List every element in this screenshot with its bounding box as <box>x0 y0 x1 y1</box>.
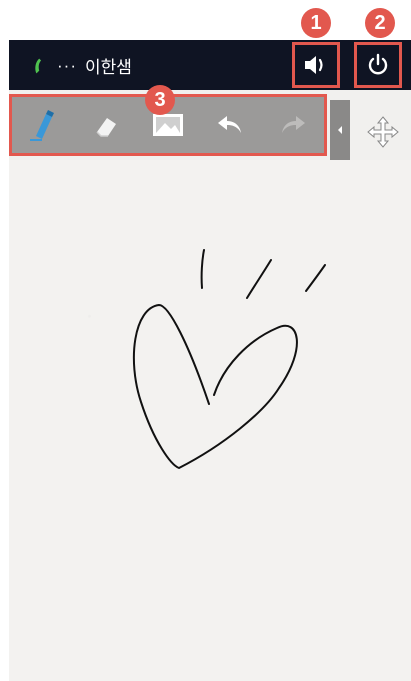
undo-icon <box>218 116 242 133</box>
badge-label: 3 <box>154 88 166 111</box>
redo-icon <box>281 116 305 133</box>
pen-icon <box>30 110 55 141</box>
move-toolbar-handle[interactable] <box>365 114 401 150</box>
end-call-button[interactable] <box>354 42 402 88</box>
chevron-left-icon <box>338 126 342 134</box>
caller-name: 이한샘 <box>84 58 132 77</box>
speaker-icon <box>305 56 323 74</box>
toolbar-collapse-tab[interactable] <box>330 100 350 160</box>
heart-drawing <box>132 249 326 469</box>
phone-handset-icon <box>35 58 42 73</box>
badge-label: 1 <box>310 11 322 34</box>
phone-screen: ··· 이한샘 3 <box>9 40 411 681</box>
move-arrows-icon <box>367 116 399 148</box>
undo-tool[interactable] <box>208 105 252 145</box>
eraser-icon <box>96 118 116 137</box>
callout-badge-2: 2 <box>365 8 395 38</box>
annotation-area <box>0 0 411 40</box>
speaker-button[interactable] <box>292 42 340 88</box>
call-activity-dots: ··· <box>57 55 77 75</box>
eraser-tool[interactable] <box>84 105 128 145</box>
redo-tool[interactable] <box>271 105 315 145</box>
callout-badge-1: 1 <box>301 8 331 38</box>
caller-info: ··· 이한샘 <box>31 53 132 78</box>
image-icon <box>152 114 183 136</box>
pen-tool[interactable] <box>21 105 65 145</box>
drawing-canvas[interactable] <box>9 160 411 681</box>
call-status-bar: ··· 이한샘 <box>9 40 411 90</box>
power-icon <box>368 53 388 75</box>
badge-label: 2 <box>374 11 386 34</box>
callout-badge-3: 3 <box>145 85 175 115</box>
